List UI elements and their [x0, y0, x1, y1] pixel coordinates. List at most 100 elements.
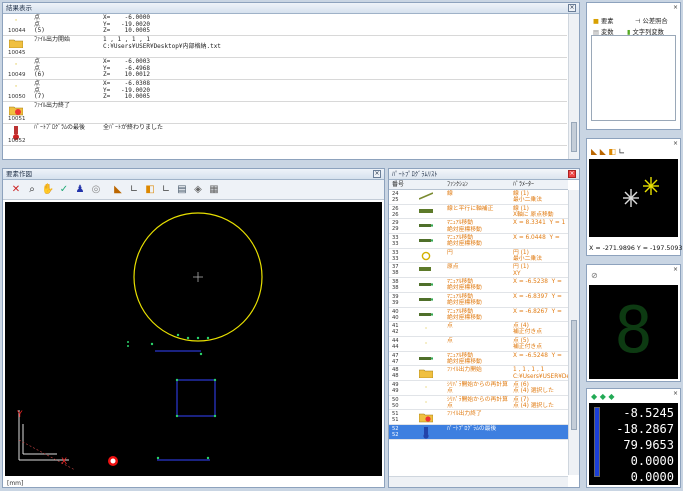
- probe-icon: [419, 354, 434, 364]
- element-listbox[interactable]: [591, 35, 676, 121]
- log-scrollbar[interactable]: [568, 14, 579, 159]
- drawing-pane-title: 要素作図: [6, 170, 32, 178]
- program-row[interactable]: 44 44 · 点 点 (5) 補正付き点: [389, 337, 568, 352]
- result-log-list: · 10044 点 点 (5) X= -6.0000 Y= -19.0020 Z…: [3, 14, 567, 159]
- probe-icon[interactable]: ♟: [73, 183, 87, 197]
- check-icon[interactable]: ✓: [57, 183, 71, 197]
- close-icon[interactable]: ×: [673, 140, 678, 147]
- view-xy-icon[interactable]: ◣: [591, 147, 597, 156]
- cube-icon[interactable]: ◆: [608, 392, 614, 401]
- program-row[interactable]: 49 49 · ｼﾘﾊﾟﾗ開始からの再計算 点点 (6) 点 (4) 選択した: [389, 381, 568, 396]
- tab-elements[interactable]: ■ 要素: [591, 17, 616, 26]
- close-icon[interactable]: ×: [673, 4, 678, 11]
- program-row[interactable]: 39 39 ﾏﾆｭｱﾙ移動 絶対座標移動 X = -6.8397 Y =: [389, 293, 568, 308]
- log-entry[interactable]: 10051 ﾌｧｲﾙ出力終了: [3, 102, 567, 124]
- folder-end-icon: [418, 412, 434, 425]
- program-row-function: 原点: [447, 264, 459, 271]
- zoom-icon[interactable]: ⌕: [25, 183, 39, 197]
- header-number: 番号: [392, 181, 405, 188]
- status-icon: ⊘: [591, 271, 598, 280]
- program-scrollbar-thumb[interactable]: [571, 320, 577, 430]
- program-row[interactable]: 38 38 ﾏﾆｭｱﾙ移動 絶対座標移動 X = -6.5238 Y =: [389, 278, 568, 293]
- cube-icon[interactable]: ◈: [191, 183, 205, 197]
- view-yz-icon[interactable]: ◣: [600, 147, 606, 156]
- drawing-canvas[interactable]: Y X: [5, 202, 382, 476]
- program-row[interactable]: 26 26 線と平行に軸補正 線 (1) X軸に 原点移動: [389, 205, 568, 220]
- probe-icon: [419, 310, 434, 320]
- program-row-number: 41 42: [392, 323, 399, 336]
- program-row[interactable]: 37 38 原点 円 (1) XY: [389, 263, 568, 279]
- log-entry[interactable]: · 10049 点 点 (6) X= -6.0003 Y= -6.4968 Z=…: [3, 58, 567, 80]
- view-yz-icon[interactable]: ∟: [127, 183, 141, 197]
- close-icon[interactable]: ×: [568, 170, 576, 178]
- view-iso-icon[interactable]: ∟: [619, 147, 626, 156]
- program-row[interactable]: 33 33 円 円 (1) 最小二乗法: [389, 249, 568, 264]
- view-xz-icon[interactable]: ◧: [143, 183, 157, 197]
- program-scrollbar[interactable]: [568, 190, 579, 475]
- counter-readout: -8.5245 -18.2867 79.9653 0.0000 0.0000: [589, 403, 678, 485]
- program-row[interactable]: 33 33 ﾏﾆｭｱﾙ移動 絶対座標移動 X = 6.0448 Y =: [389, 234, 568, 249]
- readout-z: 79.9653: [623, 438, 674, 452]
- delete-icon[interactable]: ✕: [9, 183, 23, 197]
- panel-tabs: ■ 要素 ⊣ 公差照合 ▤ 変数 ▮ 文字列変数: [589, 14, 678, 36]
- program-row[interactable]: 50 50 · ｼﾘﾊﾟﾗ開始からの再計算 点点 (7) 点 (4) 選択した: [389, 396, 568, 411]
- program-row-number: 33 33: [392, 235, 399, 248]
- export-icon[interactable]: ▦: [207, 183, 221, 197]
- program-row-number: 48 48: [392, 367, 399, 380]
- program-row-function: ﾏﾆｭｱﾙ移動 絶対座標移動: [447, 235, 482, 248]
- probe-icon: [419, 221, 434, 231]
- program-row[interactable]: 47 47 ﾏﾆｭｱﾙ移動 絶対座標移動 X = -6.5248 Y =: [389, 352, 568, 367]
- program-row-parameter: 線 (1) X軸に 原点移動: [513, 205, 554, 218]
- view-iso-icon[interactable]: ∟: [159, 183, 173, 197]
- header-parameter: ﾊﾟﾗﾒｰﾀｰ: [513, 181, 535, 188]
- program-row[interactable]: 48 48 ﾌｧｲﾙ出力開始 1 , 1 , 1 , 1 C:¥Users¥USER…: [389, 366, 568, 381]
- probe-icon: [419, 280, 434, 290]
- cube-icon[interactable]: ◆: [591, 392, 597, 401]
- program-row[interactable]: 41 42 · 点 点 (4) 補正付き点: [389, 322, 568, 337]
- origin-icon: [419, 265, 433, 275]
- pan-hand-icon[interactable]: ✋: [41, 183, 55, 197]
- log-entry-number: 10050: [8, 94, 26, 100]
- log-entry[interactable]: 10045 ﾌｧｲﾙ出力開始 1 , 1 , 1 , 1 C:¥Users¥US…: [3, 36, 567, 58]
- program-row-function: ﾏﾆｭｱﾙ移動 絶対座標移動: [447, 293, 482, 307]
- log-entry-function: ﾊﾟｰﾄﾌﾟﾛｸﾞﾗﾑの最後: [34, 124, 86, 131]
- log-entry-function: ﾌｧｲﾙ出力開始: [34, 36, 71, 43]
- probe-star-icon: [623, 189, 639, 207]
- target-icon[interactable]: ◎: [89, 183, 103, 197]
- log-entry-function: 点 点 (5): [34, 14, 45, 34]
- program-row[interactable]: 52 52 ﾊﾟｰﾄﾌﾟﾛｸﾞﾗﾑの最後: [389, 425, 568, 440]
- measured-rectangle[interactable]: [176, 379, 216, 417]
- program-row[interactable]: 51 51 ﾌｧｲﾙ出力終了: [389, 410, 568, 425]
- log-entry-number: 10045: [8, 50, 26, 56]
- part-program-pane: ﾊﾟｰﾄﾌﾟﾛｸﾞﾗﾑﾘｽﾄ × 番号 ﾌｧﾝｸｼｮﾝ ﾊﾟﾗﾒｰﾀｰ 24 2…: [388, 168, 580, 488]
- log-entry[interactable]: 10052 ﾊﾟｰﾄﾌﾟﾛｸﾞﾗﾑの最後 全ﾊﾟｰﾄが終わりました: [3, 124, 567, 146]
- tab-tolerance[interactable]: ⊣ 公差照合: [633, 17, 670, 26]
- close-icon[interactable]: ×: [568, 4, 576, 12]
- close-icon[interactable]: ×: [373, 170, 381, 178]
- segment-digit: 8: [614, 294, 653, 368]
- print-icon[interactable]: ▤: [175, 183, 189, 197]
- program-row-number: 47 47: [392, 352, 399, 365]
- log-entry-values: 全ﾊﾟｰﾄが終わりました: [103, 124, 164, 131]
- program-row-function: ﾏﾆｭｱﾙ移動 絶対座標移動: [447, 352, 482, 365]
- view-toolbar: ◣ ◣ ◧ ∟: [591, 147, 625, 156]
- view-xz-icon[interactable]: ◧: [608, 147, 616, 156]
- program-row[interactable]: 40 40 ﾏﾆｭｱﾙ移動 絶対座標移動 X = -6.8267 Y =: [389, 308, 568, 323]
- log-scrollbar-thumb[interactable]: [571, 122, 577, 152]
- probe-star-highlight-icon: [643, 177, 659, 195]
- log-entry[interactable]: · 10044 点 点 (5) X= -6.0000 Y= -19.0020 Z…: [3, 14, 567, 36]
- program-hscrollbar[interactable]: [389, 476, 568, 487]
- readout-y: -18.2867: [616, 422, 674, 436]
- counter-panel: × ◆ ◆ ◆ -8.5245 -18.2867 79.9653 0.0000 …: [586, 388, 681, 488]
- readout-4: 0.0000: [630, 454, 674, 468]
- close-icon[interactable]: ×: [673, 390, 678, 397]
- program-row[interactable]: 29 29 ﾏﾆｭｱﾙ移動 絶対座標移動 X = 8.3341 Y = 1: [389, 219, 568, 235]
- close-icon[interactable]: ×: [673, 266, 678, 273]
- view-xy-icon[interactable]: ◣: [111, 183, 125, 197]
- program-row[interactable]: 24 25 線 線 (1) 最小二乗法: [389, 190, 568, 205]
- program-row-function: ﾏﾆｭｱﾙ移動 絶対座標移動: [447, 308, 482, 321]
- cube-icon[interactable]: ◆: [600, 392, 606, 401]
- log-entry[interactable]: · 10050 点 点 (7) X= -6.0308 Y= -19.0020 Z…: [3, 80, 567, 102]
- drawing-svg: Y X: [16, 212, 263, 471]
- program-row-parameter: 点 (4) 補正付き点: [513, 323, 542, 336]
